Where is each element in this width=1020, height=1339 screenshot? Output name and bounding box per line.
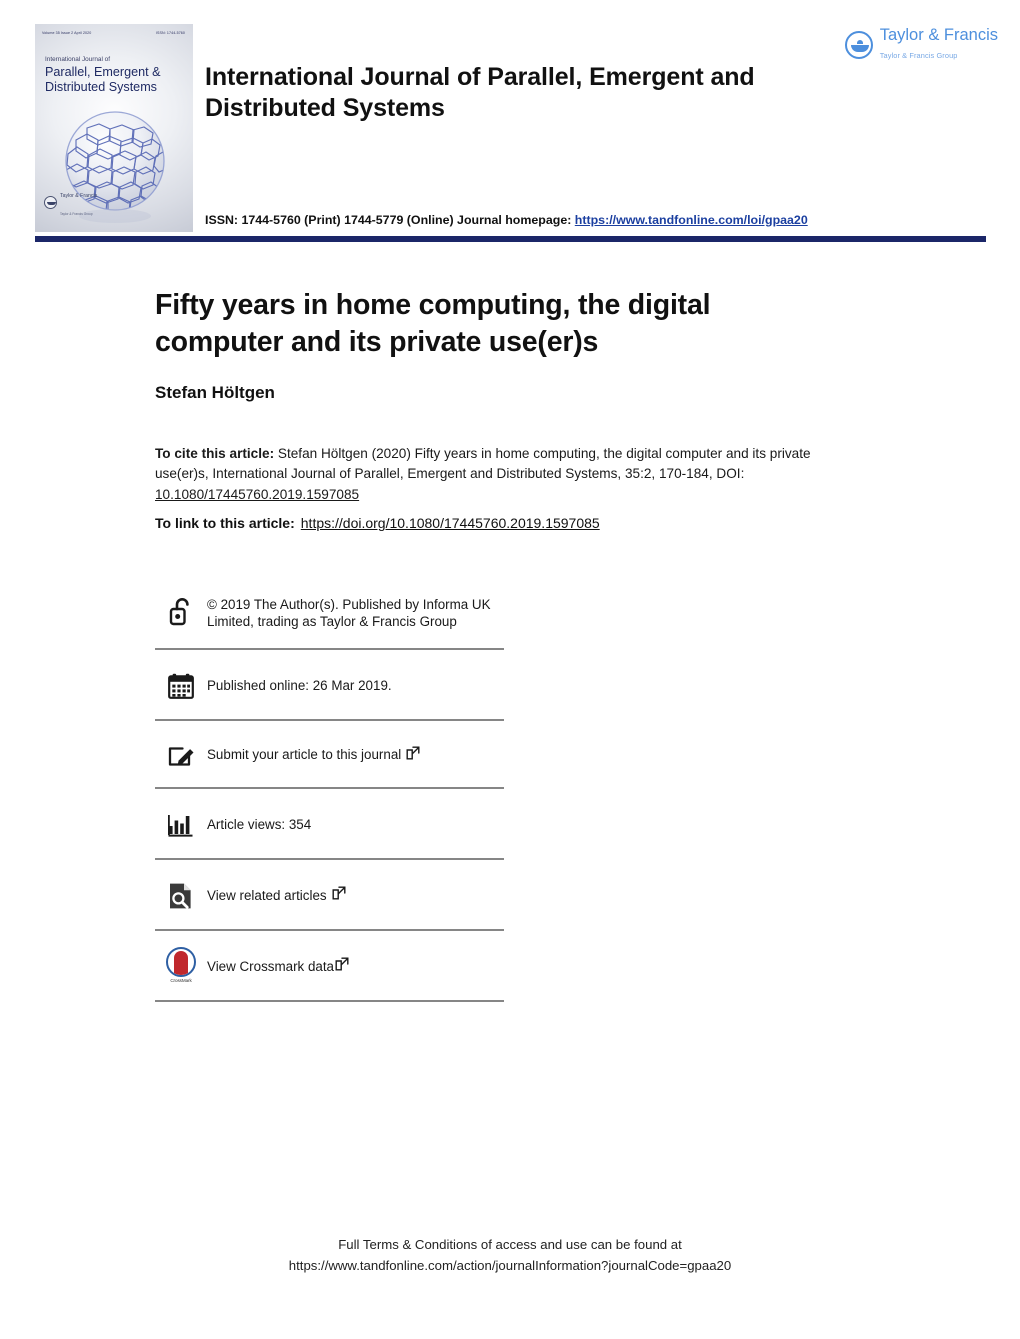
article-link-block: To link to this article: https://doi.org/…: [155, 515, 600, 531]
metadata-row-article-views: Article views: 354: [155, 789, 504, 860]
metadata-text: © 2019 The Author(s). Published by Infor…: [207, 597, 491, 630]
taylor-francis-logo: Taylor & Francis Taylor & Francis Group: [844, 26, 998, 63]
external-link-icon: [332, 886, 346, 904]
metadata-text-wrap: View Crossmark data: [207, 955, 349, 975]
citation-label: To cite this article:: [155, 446, 275, 461]
search-document-icon: [155, 880, 207, 910]
metadata-text: Published online: 26 Mar 2019.: [207, 677, 392, 693]
publisher-name: Taylor & Francis: [879, 26, 998, 44]
crossmark-label[interactable]: View Crossmark data: [207, 958, 334, 975]
calendar-icon: [155, 671, 207, 699]
taylor-francis-lamp-icon: [844, 30, 873, 59]
cover-title-line1: Parallel, Emergent &: [45, 65, 161, 79]
issn-text: ISSN: 1744-5760 (Print) 1744-5779 (Onlin…: [205, 213, 572, 227]
article-author: Stefan Höltgen: [155, 383, 275, 402]
metadata-text-wrap: Submit your article to this journal: [207, 744, 420, 764]
open-access-lock-icon: [155, 594, 207, 626]
bar-chart-icon: [155, 811, 207, 837]
crossmark-icon: CrossMark: [155, 945, 207, 987]
cover-title: Parallel, Emergent & Distributed Systems: [45, 65, 191, 94]
issn-line: ISSN: 1744-5760 (Print) 1744-5779 (Onlin…: [205, 213, 808, 227]
cover-publisher-name: Taylor & Francis: [60, 193, 98, 199]
journal-cover-image: Volume 35 Issue 2 April 2020 ISSN: 1744-…: [35, 24, 193, 232]
article-link-label: To link to this article:: [155, 515, 295, 531]
page-footer: Full Terms & Conditions of access and us…: [0, 1234, 1020, 1276]
page-header: Volume 35 Issue 2 April 2020 ISSN: 1744-…: [0, 0, 1020, 248]
article-doi-url[interactable]: https://doi.org/10.1080/17445760.2019.15…: [301, 515, 600, 531]
crossmark-badge-label: CrossMark: [170, 977, 192, 983]
footer-line-1: Full Terms & Conditions of access and us…: [338, 1237, 682, 1252]
cover-title-line2: Distributed Systems: [45, 79, 157, 94]
header-divider: [35, 236, 986, 242]
cover-volume-text: Volume 35 Issue 2 April 2020: [42, 31, 92, 35]
metadata-text-wrap: View related articles: [207, 884, 346, 904]
metadata-row-submit-article[interactable]: Submit your article to this journal: [155, 721, 504, 789]
footer-line-2: https://www.tandfonline.com/action/journ…: [288, 1258, 732, 1273]
cover-publisher-logo: Taylor & Francis Taylor & Francis Group: [44, 184, 97, 220]
citation-doi-link[interactable]: 10.1080/17445760.2019.1597085: [155, 487, 359, 502]
cover-publisher-sub: Taylor & Francis Group: [60, 212, 93, 216]
external-link-icon: [335, 957, 349, 975]
cover-issn-text: ISSN: 1744-5760: [155, 31, 185, 35]
journal-title: International Journal of Parallel, Emerg…: [205, 63, 755, 122]
metadata-row-published-online: Published online: 26 Mar 2019.: [155, 650, 504, 721]
submit-pencil-icon: [155, 740, 207, 768]
cover-pretitle: International Journal of: [45, 56, 111, 63]
metadata-row-related-articles[interactable]: View related articles: [155, 860, 504, 931]
submit-article-label[interactable]: Submit your article to this journal: [207, 746, 401, 763]
related-articles-label[interactable]: View related articles: [207, 887, 327, 904]
publisher-group-name: Taylor & Francis Group: [879, 51, 958, 60]
crossmark-badge: [166, 946, 196, 977]
metadata-row-crossmark[interactable]: CrossMark View Crossmark data: [155, 931, 504, 1002]
taylor-francis-lamp-icon: [44, 195, 57, 209]
citation-block: To cite this article: Stefan Höltgen (20…: [155, 444, 855, 505]
article-title: Fifty years in home computing, the digit…: [155, 289, 711, 359]
external-link-icon: [406, 746, 420, 764]
article-metadata-list: © 2019 The Author(s). Published by Infor…: [155, 594, 504, 1002]
metadata-row-open-access: © 2019 The Author(s). Published by Infor…: [155, 594, 504, 650]
journal-homepage-link[interactable]: https://www.tandfonline.com/loi/gpaa20: [575, 213, 808, 227]
metadata-text: Article views: 354: [207, 816, 312, 832]
